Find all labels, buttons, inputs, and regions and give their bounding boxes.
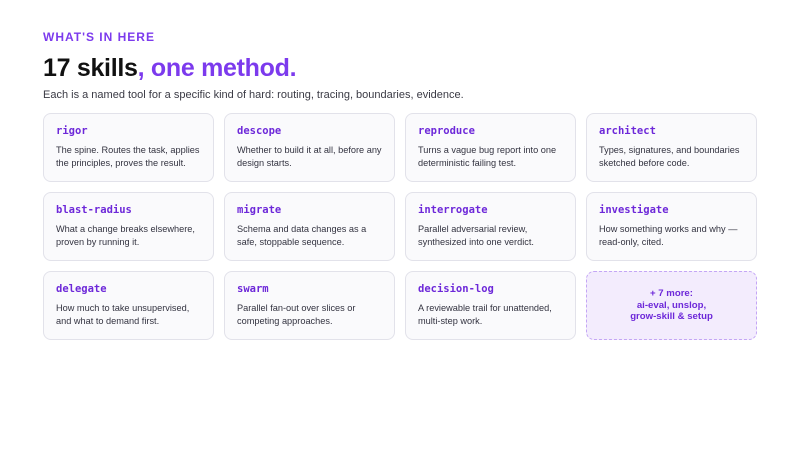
skill-name: migrate (237, 204, 282, 216)
skill-name: architect (599, 125, 656, 137)
skill-card-interrogate[interactable]: interrogate Parallel adversarial review,… (405, 192, 576, 261)
skill-description: Turns a vague bug report into one determ… (418, 145, 557, 168)
skill-card-blast-radius[interactable]: blast-radius What a change breaks elsewh… (43, 192, 214, 261)
page-title: 17 skills, one method. (43, 53, 758, 83)
skill-description: The spine. Routes the task, applies the … (56, 145, 200, 168)
skill-description: Schema and data changes as a safe, stopp… (237, 224, 367, 247)
skill-description: Parallel fan-out over slices or competin… (237, 303, 356, 326)
section-eyebrow: WHAT'S IN HERE (43, 30, 155, 44)
skill-name: investigate (599, 204, 669, 216)
skill-name: descope (237, 125, 282, 137)
skill-card-migrate[interactable]: migrate Schema and data changes as a saf… (224, 192, 395, 261)
skill-card-delegate[interactable]: delegate How much to take unsupervised, … (43, 271, 214, 340)
skill-description: Parallel adversarial review, synthesized… (418, 224, 534, 247)
skill-card-investigate[interactable]: investigate How something works and why … (586, 192, 757, 261)
more-skills-count: + 7 more: (650, 288, 693, 300)
skill-description: Whether to build it at all, before any d… (237, 145, 382, 168)
skills-section: WHAT'S IN HERE 17 skills, one method. Ea… (43, 30, 758, 340)
skill-name: interrogate (418, 204, 488, 216)
skill-name: decision-log (418, 283, 494, 295)
skill-description: How much to take unsupervised, and what … (56, 303, 190, 326)
skill-name: blast-radius (56, 204, 132, 216)
skill-description: What a change breaks elsewhere, proven b… (56, 224, 195, 247)
skill-name: delegate (56, 283, 107, 295)
skills-grid: rigor The spine. Routes the task, applie… (43, 113, 758, 340)
skill-card-swarm[interactable]: swarm Parallel fan-out over slices or co… (224, 271, 395, 340)
skill-card-decision-log[interactable]: decision-log A reviewable trail for unat… (405, 271, 576, 340)
skill-description: A reviewable trail for unattended, multi… (418, 303, 552, 326)
more-skills-card[interactable]: + 7 more: ai-eval, unslop, grow-skill & … (586, 271, 757, 340)
more-skills-list: ai-eval, unslop, (636, 299, 707, 311)
skill-card-architect[interactable]: architect Types, signatures, and boundar… (586, 113, 757, 182)
skill-description: Types, signatures, and boundaries sketch… (599, 145, 740, 168)
skill-card-reproduce[interactable]: reproduce Turns a vague bug report into … (405, 113, 576, 182)
skill-card-descope[interactable]: descope Whether to build it at all, befo… (224, 113, 395, 182)
skill-description: How something works and why — read-only,… (599, 224, 738, 247)
skill-name: swarm (237, 283, 269, 295)
skill-name: reproduce (418, 125, 475, 137)
more-skills-list-end: grow-skill & setup (630, 311, 713, 323)
skill-name: rigor (56, 125, 88, 137)
skill-card-rigor[interactable]: rigor The spine. Routes the task, applie… (43, 113, 214, 182)
page-subtitle: Each is a named tool for a specific kind… (43, 89, 464, 101)
title-accent: , one method. (137, 54, 297, 82)
title-main: 17 skills (43, 54, 138, 82)
more-skills-text: + 7 more: ai-eval, unslop, grow-skill & … (630, 288, 713, 323)
